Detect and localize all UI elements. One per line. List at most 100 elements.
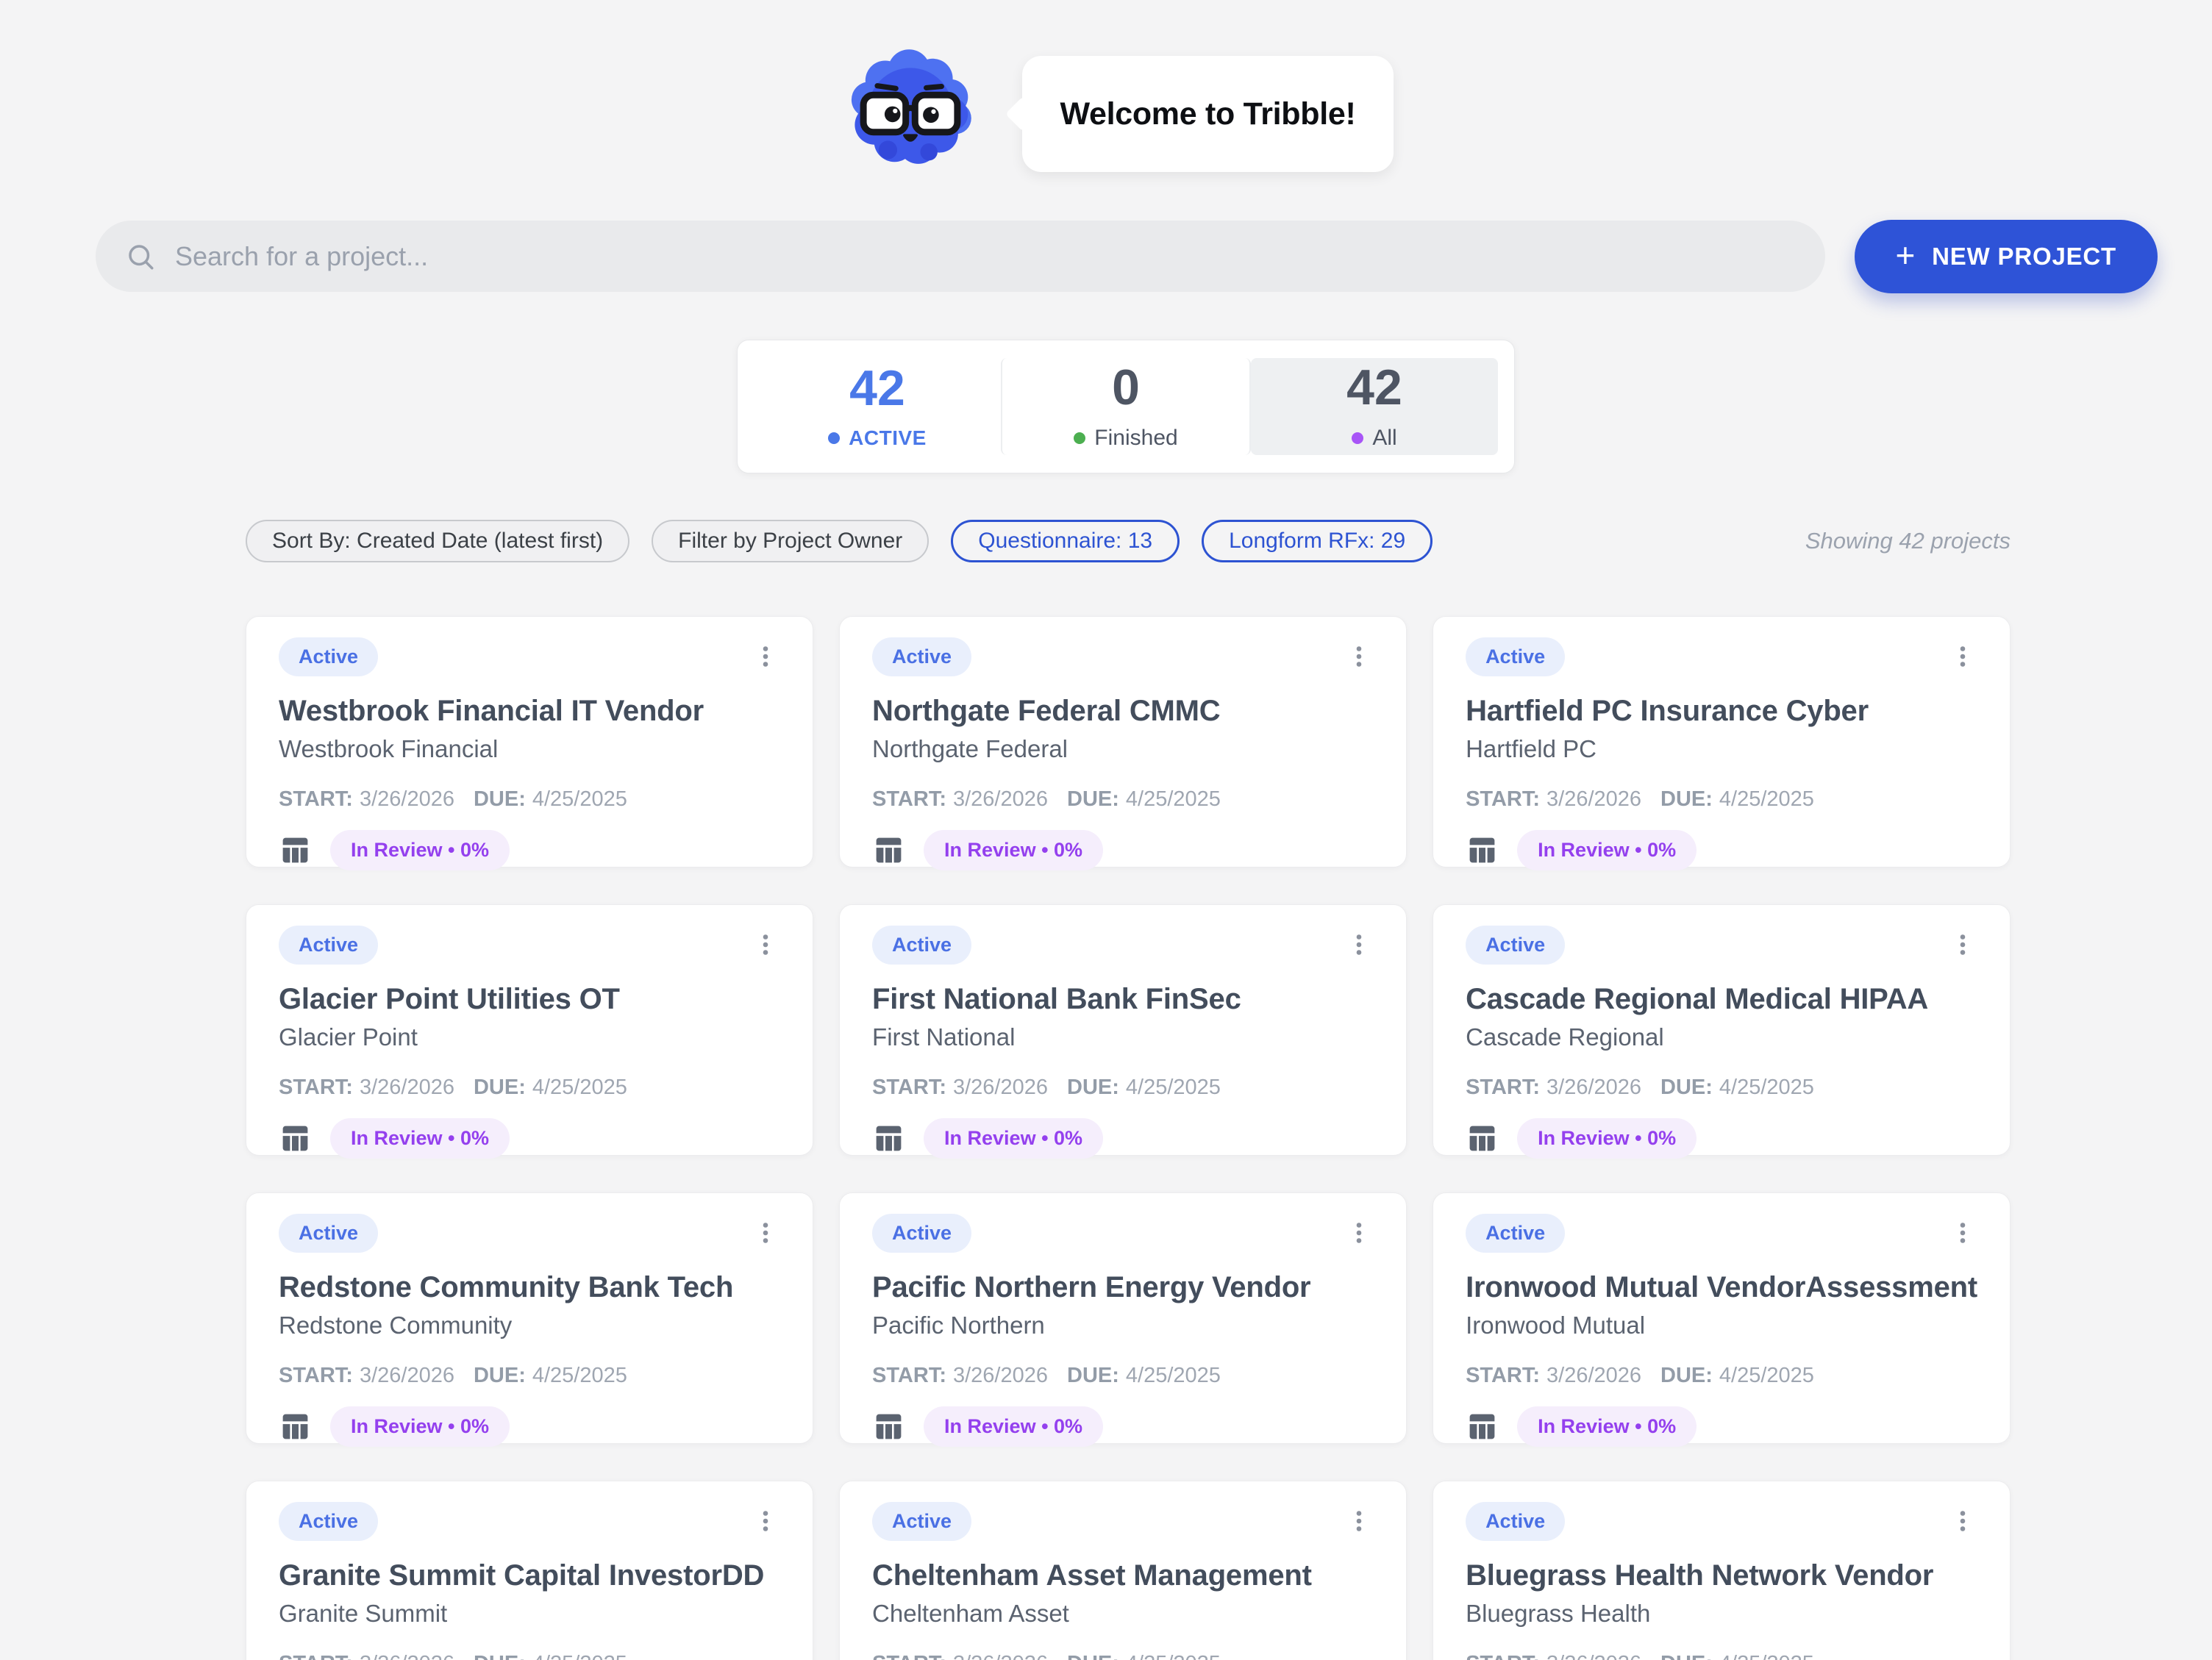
all-dot-icon	[1352, 432, 1363, 444]
kebab-menu-icon[interactable]	[1948, 1217, 1977, 1249]
start-label: START:	[279, 787, 353, 812]
start-label: START:	[1466, 787, 1540, 812]
start-date: 3/26/2026	[953, 1364, 1048, 1388]
project-card[interactable]: Active Cheltenham Asset Management Chelt…	[839, 1481, 1407, 1660]
start-date: 3/26/2026	[360, 1652, 454, 1660]
card-header: Active	[279, 1214, 780, 1253]
project-title: Northgate Federal CMMC	[872, 695, 1374, 728]
project-card[interactable]: Active Cascade Regional Medical HIPAA Ca…	[1433, 904, 2011, 1156]
project-card[interactable]: Active Granite Summit Capital InvestorDD…	[246, 1481, 813, 1660]
progress-badge: In Review • 0%	[330, 1118, 510, 1159]
search-input[interactable]	[175, 241, 1796, 272]
tribble-mascot-icon	[844, 43, 977, 171]
start-label: START:	[1466, 1076, 1540, 1100]
due-date: 4/25/2025	[1126, 1652, 1221, 1660]
progress-badge: In Review • 0%	[924, 1118, 1103, 1159]
card-header: Active	[1466, 1502, 1977, 1541]
kebab-menu-icon[interactable]	[1948, 929, 1977, 961]
progress-badge: In Review • 0%	[924, 830, 1103, 870]
project-company: Westbrook Financial	[279, 735, 780, 763]
project-card[interactable]: Active Redstone Community Bank Tech Reds…	[246, 1192, 813, 1444]
kebab-menu-icon[interactable]	[751, 640, 780, 673]
status-badge: Active	[872, 926, 971, 965]
kebab-menu-icon[interactable]	[1948, 640, 1977, 673]
kebab-menu-icon[interactable]	[1344, 640, 1374, 673]
card-header: Active	[279, 926, 780, 965]
status-badge: Active	[1466, 926, 1565, 965]
longform-rfx-filter-button[interactable]: Longform RFx: 29	[1202, 520, 1433, 562]
start-label: START:	[1466, 1652, 1540, 1660]
kebab-menu-icon[interactable]	[1344, 1217, 1374, 1249]
start-date: 3/26/2026	[360, 1076, 454, 1100]
project-search-bar[interactable]	[96, 221, 1825, 292]
due-label: DUE:	[474, 1076, 526, 1100]
project-company: Granite Summit	[279, 1600, 780, 1628]
start-label: START:	[872, 1076, 946, 1100]
due-label: DUE:	[1660, 787, 1713, 812]
status-badge: Active	[1466, 1214, 1565, 1253]
progress-badge: In Review • 0%	[1517, 1406, 1697, 1447]
start-date: 3/26/2026	[1546, 1364, 1641, 1388]
card-footer: In Review • 0%	[279, 830, 780, 870]
new-project-label: NEW PROJECT	[1932, 243, 2116, 271]
card-header: Active	[279, 1502, 780, 1541]
card-header: Active	[872, 637, 1374, 676]
stat-tab-finished[interactable]: 0 Finished	[1001, 358, 1251, 455]
progress-badge: In Review • 0%	[924, 1406, 1103, 1447]
project-company: Northgate Federal	[872, 735, 1374, 763]
new-project-button[interactable]: + NEW PROJECT	[1855, 220, 2158, 293]
table-icon	[872, 1410, 905, 1443]
project-dates: START: 3/26/2026 DUE: 4/25/2025	[279, 787, 780, 812]
project-title: Cascade Regional Medical HIPAA	[1466, 983, 1977, 1016]
project-card[interactable]: Active Glacier Point Utilities OT Glacie…	[246, 904, 813, 1156]
filter-pills: Sort By: Created Date (latest first) Fil…	[246, 520, 1433, 562]
project-card[interactable]: Active Hartfield PC Insurance Cyber Hart…	[1433, 616, 2011, 867]
finished-label: Finished	[1094, 426, 1177, 451]
card-header: Active	[1466, 926, 1977, 965]
project-card[interactable]: Active Pacific Northern Energy Vendor Pa…	[839, 1192, 1407, 1444]
project-card[interactable]: Active Bluegrass Health Network Vendor B…	[1433, 1481, 2011, 1660]
project-dates: START: 3/26/2026 DUE: 4/25/2025	[872, 787, 1374, 812]
plus-icon: +	[1896, 238, 1916, 272]
active-label-row: ACTIVE	[828, 426, 927, 450]
stat-tab-active[interactable]: 42 ACTIVE	[754, 358, 1001, 455]
due-date: 4/25/2025	[1126, 1364, 1221, 1388]
all-count: 42	[1346, 362, 1402, 412]
project-dates: START: 3/26/2026 DUE: 4/25/2025	[279, 1364, 780, 1388]
status-badge: Active	[872, 1214, 971, 1253]
status-badge: Active	[279, 926, 378, 965]
card-header: Active	[872, 926, 1374, 965]
questionnaire-filter-button[interactable]: Questionnaire: 13	[951, 520, 1180, 562]
due-date: 4/25/2025	[1719, 1652, 1814, 1660]
kebab-menu-icon[interactable]	[1344, 1505, 1374, 1537]
sort-by-button[interactable]: Sort By: Created Date (latest first)	[246, 520, 629, 562]
due-label: DUE:	[1067, 1364, 1119, 1388]
start-date: 3/26/2026	[1546, 1076, 1641, 1100]
status-badge: Active	[279, 1214, 378, 1253]
project-card[interactable]: Active Westbrook Financial IT Vendor Wes…	[246, 616, 813, 867]
project-company: Pacific Northern	[872, 1312, 1374, 1339]
stat-tab-all[interactable]: 42 All	[1251, 358, 1498, 455]
due-date: 4/25/2025	[1719, 787, 1814, 812]
table-icon	[872, 1122, 905, 1155]
project-title: Granite Summit Capital InvestorDD	[279, 1559, 780, 1592]
kebab-menu-icon[interactable]	[751, 929, 780, 961]
project-card[interactable]: Active Northgate Federal CMMC Northgate …	[839, 616, 1407, 867]
filter-owner-button[interactable]: Filter by Project Owner	[652, 520, 929, 562]
project-card[interactable]: Active First National Bank FinSec First …	[839, 904, 1407, 1156]
project-dates: START: 3/26/2026 DUE: 4/25/2025	[1466, 1076, 1977, 1100]
status-badge: Active	[279, 637, 378, 676]
project-title: Bluegrass Health Network Vendor	[1466, 1559, 1977, 1592]
card-footer: In Review • 0%	[1466, 830, 1977, 870]
project-card[interactable]: Active Ironwood Mutual VendorAssessment …	[1433, 1192, 2011, 1444]
kebab-menu-icon[interactable]	[1948, 1505, 1977, 1537]
project-dates: START: 3/26/2026 DUE: 4/25/2025	[872, 1076, 1374, 1100]
progress-badge: In Review • 0%	[330, 1406, 510, 1447]
active-count: 42	[849, 363, 905, 413]
kebab-menu-icon[interactable]	[751, 1505, 780, 1537]
finished-label-row: Finished	[1074, 426, 1177, 451]
card-header: Active	[1466, 1214, 1977, 1253]
status-badge: Active	[872, 637, 971, 676]
kebab-menu-icon[interactable]	[751, 1217, 780, 1249]
kebab-menu-icon[interactable]	[1344, 929, 1374, 961]
